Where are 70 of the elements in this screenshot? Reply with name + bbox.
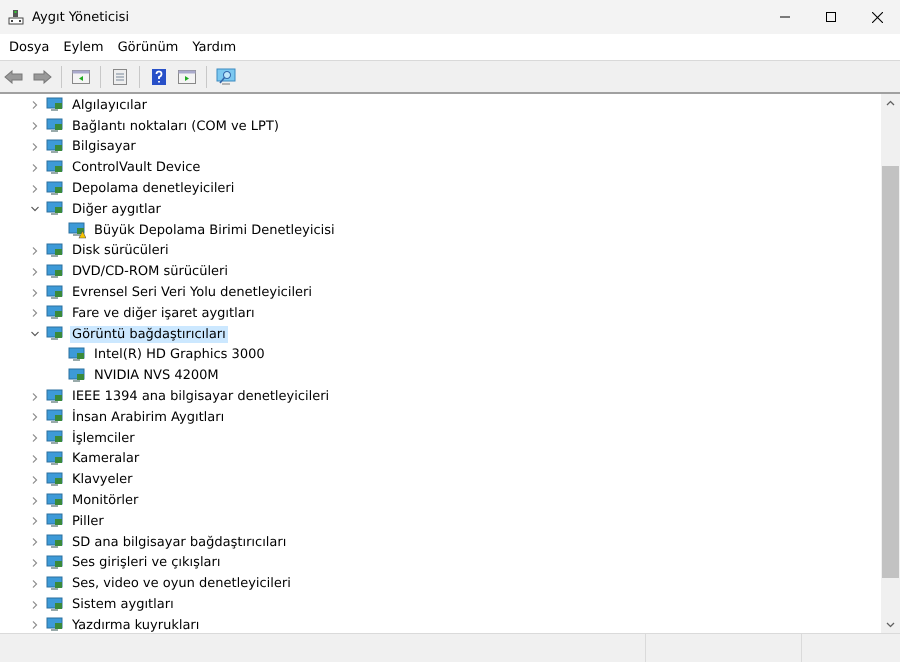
scrollbar-thumb[interactable] <box>882 166 899 578</box>
window-title: Aygıt Yöneticisi <box>32 10 130 24</box>
tree-item[interactable]: DVD/CD-ROM sürücüleri <box>70 263 230 280</box>
tree-item[interactable]: Yazdırma kuyrukları <box>70 616 202 634</box>
collapsed-chevron-icon[interactable] <box>30 392 40 402</box>
collapsed-chevron-icon[interactable] <box>30 600 40 610</box>
tree-item[interactable]: Monitörler <box>70 492 140 510</box>
tree-item[interactable]: Evrensel Seri Veri Yolu denetleyicileri <box>70 284 314 302</box>
device-icon <box>46 554 64 572</box>
device-icon <box>46 388 64 406</box>
tree-item[interactable]: Intel(R) HD Graphics 3000 <box>92 346 267 364</box>
collapsed-chevron-icon[interactable] <box>30 474 40 485</box>
collapsed-chevron-icon[interactable] <box>30 537 40 548</box>
device-icon <box>46 492 64 510</box>
scrollbar[interactable] <box>881 94 900 633</box>
tree-item[interactable]: Disk sürücüleri <box>70 242 171 260</box>
tree-item[interactable]: Sistem aygıtları <box>70 596 176 614</box>
tree-item[interactable]: İşlemciler <box>70 430 137 447</box>
collapsed-chevron-icon[interactable] <box>30 412 40 422</box>
device-icon <box>46 242 64 260</box>
device-icon <box>46 262 64 281</box>
device-icon <box>46 450 64 468</box>
collapsed-chevron-icon[interactable] <box>30 184 40 194</box>
tree-item[interactable]: Piller <box>70 512 106 530</box>
tree-item[interactable]: SD ana bilgisayar bağdaştırıcıları <box>70 534 288 551</box>
tree-item[interactable]: İnsan Arabirim Aygıtları <box>70 408 226 426</box>
device-icon <box>46 470 64 489</box>
collapsed-chevron-icon[interactable] <box>30 454 40 464</box>
collapsed-chevron-icon[interactable] <box>30 266 40 277</box>
collapsed-chevron-icon[interactable] <box>30 516 40 526</box>
tree-item[interactable]: Depolama denetleyicileri <box>70 180 236 198</box>
device-icon <box>46 574 64 593</box>
tree-item[interactable]: Bağlantı noktaları (COM ve LPT) <box>70 118 281 135</box>
menu-item[interactable]: Görünüm <box>110 38 186 56</box>
menu-item[interactable]: Yardım <box>185 38 244 56</box>
device-icon <box>46 138 64 156</box>
close-icon[interactable] <box>872 12 882 22</box>
tree-item[interactable]: Kameralar <box>70 450 142 468</box>
tree-item[interactable]: Klavyeler <box>70 471 134 488</box>
device-icon <box>46 158 64 177</box>
collapsed-chevron-icon[interactable] <box>30 246 40 256</box>
tree-item[interactable]: Görüntü bağdaştırıcıları <box>70 326 228 343</box>
tree-item[interactable]: Ses, video ve oyun denetleyicileri <box>70 575 293 592</box>
collapsed-chevron-icon[interactable] <box>30 100 40 110</box>
collapsed-chevron-icon[interactable] <box>30 558 40 568</box>
collapsed-chevron-icon[interactable] <box>30 578 40 589</box>
collapsed-chevron-icon[interactable] <box>30 496 40 506</box>
tree-item[interactable]: IEEE 1394 ana bilgisayar denetleyicileri <box>70 388 332 406</box>
tree-item[interactable]: NVIDIA NVS 4200M <box>92 367 221 384</box>
collapsed-chevron-icon[interactable] <box>30 121 40 132</box>
menu-item[interactable]: Eylem <box>56 38 111 56</box>
tree-item[interactable]: Algılayıcılar <box>70 96 149 114</box>
maximize-icon[interactable] <box>826 12 836 22</box>
collapsed-chevron-icon[interactable] <box>30 162 40 173</box>
tree-item[interactable]: ControlVault Device <box>70 159 202 176</box>
tree-item[interactable]: Fare ve diğer işaret aygıtları <box>70 304 257 322</box>
collapsed-chevron-icon[interactable] <box>30 620 40 630</box>
tree-item[interactable]: Bilgisayar <box>70 138 138 156</box>
device-icon <box>46 284 64 302</box>
menu-item[interactable]: Dosya <box>2 38 56 56</box>
device-manager-icon <box>8 9 24 25</box>
tree-item[interactable]: Ses girişleri ve çıkışları <box>70 554 222 572</box>
collapsed-chevron-icon[interactable] <box>30 142 40 152</box>
collapsed-chevron-icon[interactable] <box>30 308 40 318</box>
collapsed-chevron-icon[interactable] <box>30 288 40 298</box>
device-icon <box>46 180 64 198</box>
tree-item[interactable]: Diğer aygıtlar <box>70 200 163 218</box>
device-icon <box>46 596 64 614</box>
tree-item[interactable]: Büyük Depolama Birimi Denetleyicisi <box>92 222 337 239</box>
collapsed-chevron-icon[interactable] <box>30 433 40 444</box>
